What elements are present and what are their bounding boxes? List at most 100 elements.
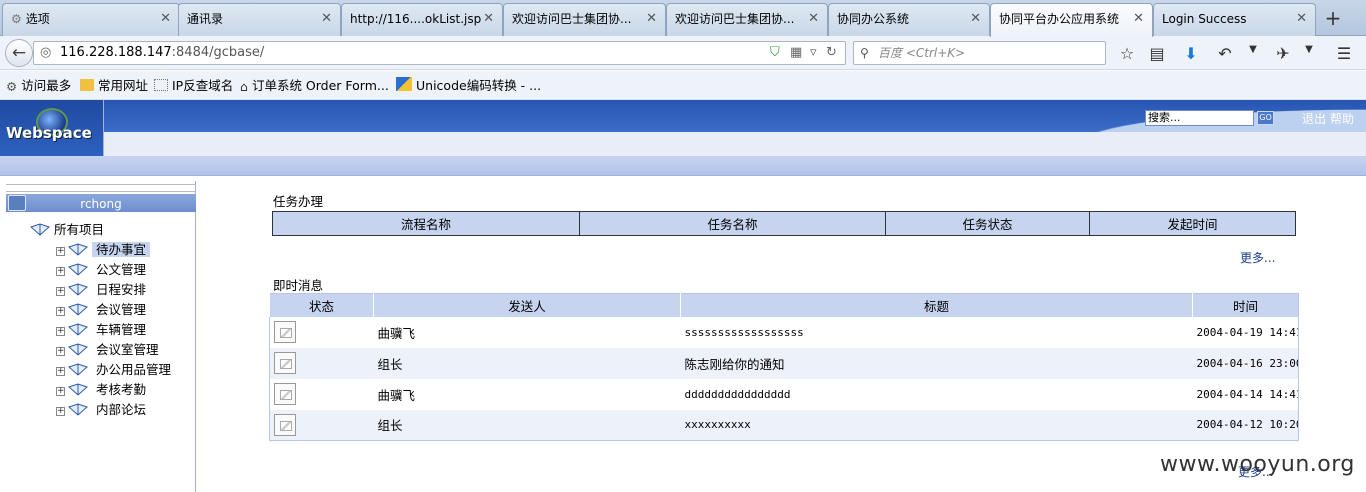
tree-root[interactable]: 所有项目	[30, 219, 104, 238]
book-icon	[68, 263, 88, 276]
tab-oklist[interactable]: http://116....okList.jsp ✕	[341, 3, 503, 36]
app-search-input[interactable]: 搜索...	[1145, 110, 1254, 126]
message-status-icon[interactable]	[274, 352, 296, 374]
search-engine-box[interactable]: ⚲ 百度 <Ctrl+K>	[853, 41, 1106, 65]
star-icon[interactable]: ☆	[1117, 44, 1137, 63]
column-header[interactable]: 发送人	[373, 293, 681, 317]
table-header-row: 流程名称 任务名称 任务状态 发起时间	[272, 211, 1296, 236]
tab-login-success[interactable]: Login Success ✕	[1153, 3, 1316, 36]
tasks-more-link[interactable]: 更多...	[1240, 249, 1275, 266]
book-icon	[68, 323, 88, 336]
tree-item-todo[interactable]: + 待办事宜	[56, 241, 151, 259]
reload-icon[interactable]: ↻	[826, 42, 837, 64]
message-time: 2004-04-16 23:00	[1192, 347, 1299, 379]
tree-item-documents[interactable]: + 公文管理	[56, 261, 150, 279]
dropdown-icon[interactable]: ▿	[810, 42, 817, 64]
column-header[interactable]: 时间	[1192, 293, 1299, 317]
tab-options[interactable]: ⚙ 选项 ✕	[2, 3, 180, 36]
expand-icon[interactable]: +	[56, 407, 65, 416]
message-subject[interactable]: 陈志刚给你的通知	[680, 347, 1193, 379]
tree-root-label: 所有项目	[54, 222, 105, 237]
tree-item-meetings[interactable]: + 会议管理	[56, 301, 150, 319]
expand-icon[interactable]: +	[56, 247, 65, 256]
shield-icon[interactable]: ⛉	[770, 42, 780, 64]
home-icon: ⌂	[240, 79, 248, 94]
expand-icon[interactable]: +	[56, 367, 65, 376]
table-row[interactable]: 曲骥飞 dddddddddddddddd 2004-04-14 14:41	[270, 379, 1299, 410]
message-subject[interactable]: xxxxxxxxxx	[680, 409, 1193, 441]
tree-item-label: 内部论坛	[96, 402, 147, 417]
tree-item-office-supplies[interactable]: + 办公用品管理	[56, 361, 175, 379]
bookmark-most-visited[interactable]: ⚙ 访问最多	[6, 71, 71, 100]
reading-list-icon[interactable]: ▤	[1147, 44, 1167, 63]
tab-label: 欢迎访问巴士集团协...	[675, 12, 795, 26]
tree-item-label: 会议管理	[96, 302, 147, 317]
tree-item-schedule[interactable]: + 日程安排	[56, 281, 150, 299]
tab-welcome-2[interactable]: 欢迎访问巴士集团协... ✕	[666, 3, 828, 36]
chevron-down-icon[interactable]: ▼	[1299, 44, 1319, 55]
expand-icon[interactable]: +	[56, 347, 65, 356]
close-icon[interactable]: ✕	[483, 4, 494, 34]
message-subject[interactable]: dddddddddddddddd	[681, 379, 1193, 410]
expand-icon[interactable]: +	[56, 287, 65, 296]
column-header[interactable]: 流程名称	[272, 211, 580, 236]
message-status-icon[interactable]	[274, 321, 296, 343]
menu-icon[interactable]: ☰	[1334, 44, 1354, 63]
tab-contacts[interactable]: 通讯录 ✕	[178, 3, 341, 36]
message-time: 2004-04-12 10:20	[1192, 409, 1299, 441]
folder-icon	[80, 79, 94, 91]
address-bar[interactable]: ◎ 116.228.188.147:8484/gcbase/ ⛉ ▦ ▿ ↻	[33, 41, 846, 65]
tree-item-label: 车辆管理	[96, 322, 147, 337]
column-header[interactable]: 任务名称	[579, 211, 886, 236]
user-icon	[8, 195, 26, 211]
new-tab-button[interactable]: +	[1318, 4, 1348, 32]
back-button[interactable]: ←	[5, 39, 33, 67]
close-icon[interactable]: ✕	[160, 4, 171, 34]
close-icon[interactable]: ✕	[1296, 4, 1307, 34]
column-header[interactable]: 任务状态	[885, 211, 1090, 236]
message-status-icon[interactable]	[274, 413, 296, 436]
tab-welcome-1[interactable]: 欢迎访问巴士集团协... ✕	[503, 3, 666, 36]
message-subject[interactable]: ssssssssssssssssss	[681, 317, 1193, 348]
bookmark-unicode[interactable]: Unicode编码转换 - ...	[396, 71, 541, 100]
chevron-down-icon[interactable]: ▼	[1243, 44, 1263, 55]
tree-item-vehicles[interactable]: + 车辆管理	[56, 321, 150, 339]
help-link[interactable]: 帮助	[1330, 110, 1354, 127]
table-row[interactable]: 曲骥飞 ssssssssssssssssss 2004-04-19 14:41	[270, 317, 1299, 348]
message-status-icon[interactable]	[274, 383, 296, 405]
expand-icon[interactable]: +	[56, 387, 65, 396]
table-row[interactable]: 组长 xxxxxxxxxx 2004-04-12 10:20	[269, 409, 1299, 441]
bookmark-ip-lookup[interactable]: IP反查域名	[154, 71, 233, 100]
tree-item-meeting-rooms[interactable]: + 会议室管理	[56, 341, 163, 359]
column-header[interactable]: 状态	[269, 293, 374, 317]
column-header[interactable]: 标题	[680, 293, 1193, 317]
tree-item-attendance[interactable]: + 考核考勤	[56, 381, 150, 399]
book-icon	[68, 343, 88, 356]
tab-label: 选项	[25, 12, 50, 26]
table-row[interactable]: 组长 陈志刚给你的通知 2004-04-16 23:00	[269, 347, 1299, 379]
expand-icon[interactable]: +	[56, 267, 65, 276]
go-button[interactable]: GO	[1257, 111, 1274, 125]
bookmark-label: 订单系统 Order Form...	[251, 78, 389, 93]
globe-icon: ◎	[40, 45, 52, 60]
column-header[interactable]: 发起时间	[1089, 211, 1296, 236]
download-icon[interactable]: ⬇	[1181, 44, 1201, 63]
close-icon[interactable]: ✕	[808, 4, 819, 34]
close-icon[interactable]: ✕	[970, 4, 981, 34]
message-time: 2004-04-14 14:41	[1196, 387, 1299, 401]
addon-icon[interactable]: ✈	[1273, 44, 1293, 63]
tab-collab-platform[interactable]: 协同平台办公应用系统 ✕	[990, 3, 1153, 37]
site-icon	[396, 77, 412, 91]
bookmark-common-sites[interactable]: 常用网址	[80, 71, 148, 100]
close-icon[interactable]: ✕	[321, 4, 332, 34]
logout-link[interactable]: 退出	[1302, 110, 1326, 127]
close-icon[interactable]: ✕	[646, 4, 657, 34]
bookmark-order-form[interactable]: ⌂ 订单系统 Order Form...	[240, 71, 389, 100]
expand-icon[interactable]: +	[56, 327, 65, 336]
close-icon[interactable]: ✕	[1133, 4, 1144, 34]
qr-code-icon[interactable]: ▦	[790, 42, 802, 64]
tab-office-system[interactable]: 协同办公系统 ✕	[828, 3, 990, 36]
tree-item-forum[interactable]: + 内部论坛	[56, 401, 150, 419]
expand-icon[interactable]: +	[56, 307, 65, 316]
undo-icon[interactable]: ↶	[1215, 44, 1235, 63]
